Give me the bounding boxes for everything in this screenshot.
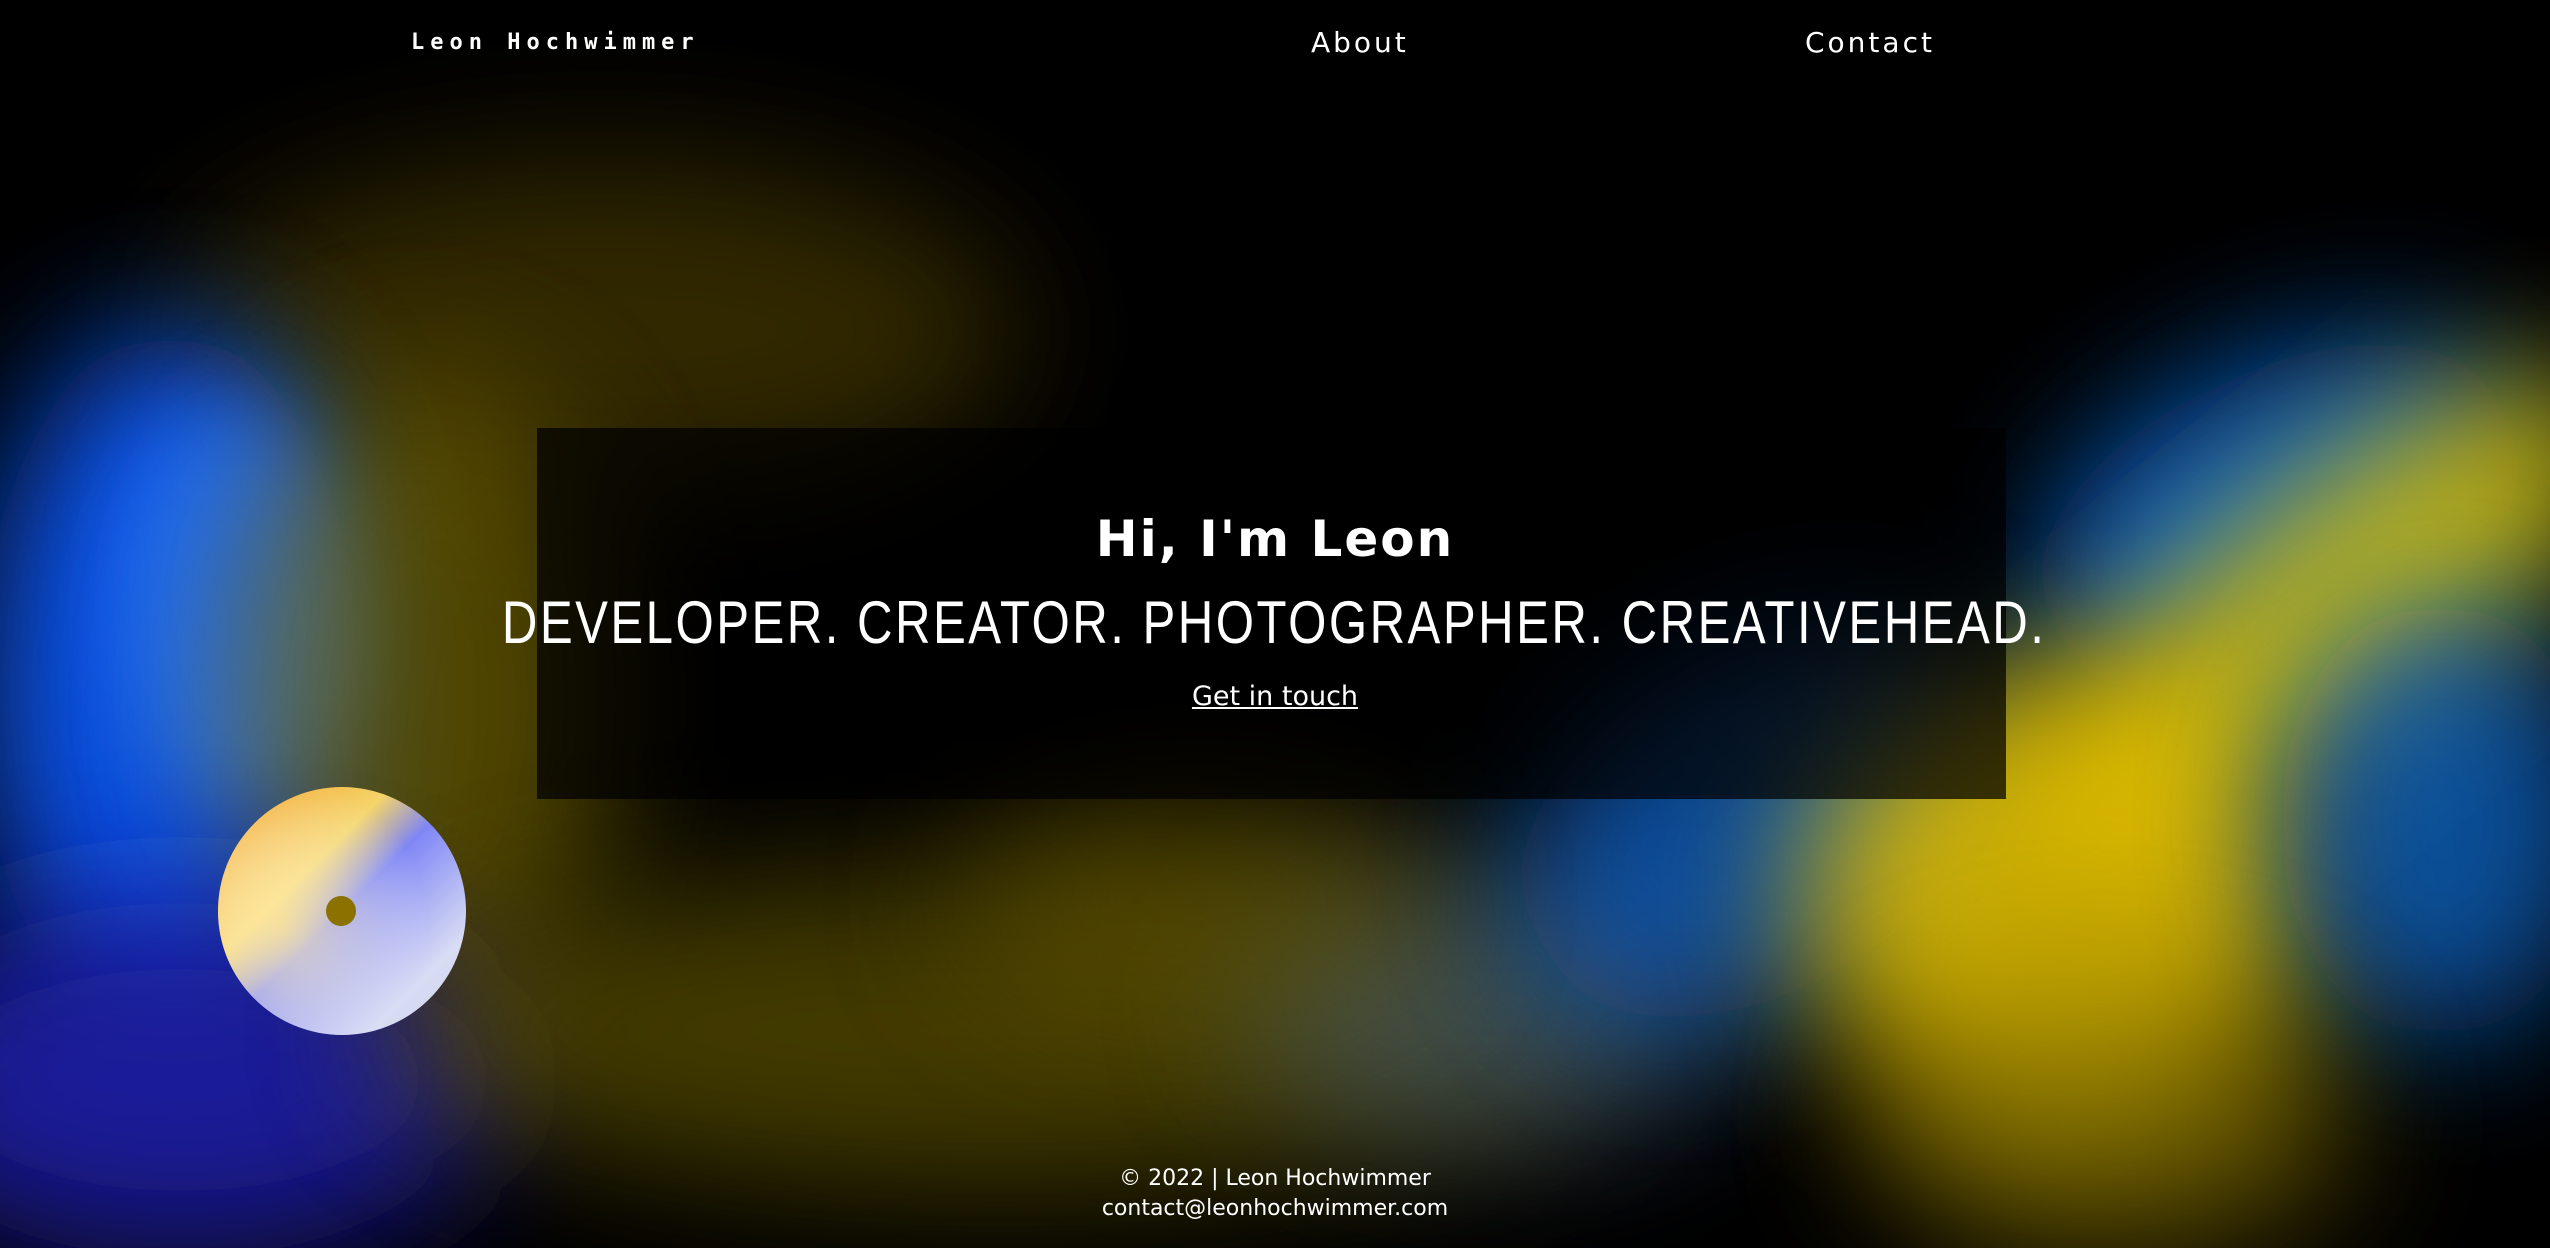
disc-center <box>326 896 356 926</box>
hero-tagline: DEVELOPER. CREATOR. PHOTOGRAPHER. CREATI… <box>501 589 2047 656</box>
hero-cta-wrapper: Get in touch <box>0 681 2550 712</box>
footer-email-link[interactable]: contact@leonhochwimmer.com <box>1102 1196 1448 1221</box>
nav-contact-link[interactable]: Contact <box>1805 26 1935 59</box>
hero-greeting: Hi, I'm Leon <box>1095 510 1455 568</box>
brand-link[interactable]: Leon Hochwimmer <box>411 30 700 55</box>
footer: © 2022 | Leon Hochwimmer contact@leonhoc… <box>0 1164 2550 1224</box>
nav-about-link[interactable]: About <box>1311 26 1409 59</box>
footer-copyright: © 2022 | Leon Hochwimmer <box>1119 1166 1431 1191</box>
get-in-touch-link[interactable]: Get in touch <box>1192 681 1358 712</box>
